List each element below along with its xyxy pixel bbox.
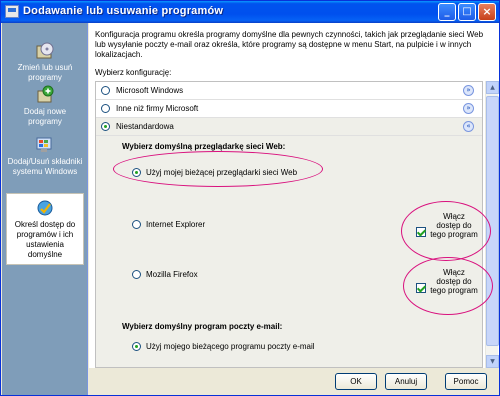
add-program-icon <box>37 85 54 103</box>
browser-radio[interactable] <box>132 220 141 229</box>
enable-access-ie[interactable]: Włącz dostęp do tego program <box>414 210 478 256</box>
help-button[interactable]: Pomoc <box>445 373 487 390</box>
config-label: Niestandardowa <box>116 122 174 131</box>
vertical-scrollbar[interactable]: ▲ ▼ <box>485 81 499 368</box>
enable-access-checkbox[interactable] <box>416 283 426 293</box>
browser-option-label: Mozilla Firefox <box>146 270 198 279</box>
programs-cd-icon <box>36 42 54 59</box>
app-icon <box>5 5 19 18</box>
enable-access-label: Włącz dostęp do tego program <box>430 212 478 239</box>
config-radio[interactable] <box>101 104 110 113</box>
browser-option-label: Użyj mojej bieżącej przeglądarki sieci W… <box>146 168 298 177</box>
scroll-thumb[interactable] <box>486 96 499 346</box>
ok-button[interactable]: OK <box>335 373 377 390</box>
scroll-down-icon[interactable]: ▼ <box>486 355 499 368</box>
sidebar-item-label: Zmień lub usuń programy <box>17 63 73 82</box>
window-title: Dodawanie lub usuwanie programów <box>23 5 224 17</box>
minimize-button[interactable]: _ <box>438 3 456 21</box>
browser-radio[interactable] <box>132 168 141 177</box>
enable-access-checkbox[interactable] <box>416 227 426 237</box>
email-option-label: Użyj mojego bieżącego programu poczty e-… <box>146 342 315 351</box>
title-bar[interactable]: Dodawanie lub usuwanie programów _ □ × <box>1 1 499 23</box>
collapse-chevron-icon[interactable]: « <box>463 121 474 132</box>
config-row-non-microsoft[interactable]: Inne niż firmy Microsoft » <box>96 100 482 118</box>
sidebar-item-program-access[interactable]: Określ dostęp do programów i ich ustawie… <box>6 193 84 265</box>
config-row-custom[interactable]: Niestandardowa « <box>96 118 482 136</box>
sidebar-item-label: Określ dostęp do programów i ich ustawie… <box>14 220 76 259</box>
main-content: Konfiguracja programu określa programy d… <box>89 23 499 368</box>
browser-option-label: Internet Explorer <box>146 220 206 229</box>
enable-access-label: Włącz dostęp do tego program <box>430 268 478 295</box>
footer-bar: OK Anuluj Pomoc <box>89 368 499 395</box>
choose-config-label: Wybierz konfigurację: <box>95 68 172 77</box>
add-remove-programs-window: Dodawanie lub usuwanie programów _ □ × Z… <box>0 0 500 396</box>
sidebar: Zmień lub usuń programy Dodaj nowe progr… <box>2 23 88 395</box>
description-text: Konfiguracja programu określa programy d… <box>95 30 484 59</box>
sidebar-item-add-new[interactable]: Dodaj nowe programy <box>6 85 84 127</box>
sidebar-item-windows-components[interactable]: Dodaj/Usuń składniki systemu Windows <box>6 135 84 177</box>
email-section-title: Wybierz domyślny program poczty e-mail: <box>122 322 283 331</box>
close-button[interactable]: × <box>478 3 496 21</box>
config-radio[interactable] <box>101 86 110 95</box>
windows-components-icon <box>36 137 52 152</box>
config-label: Inne niż firmy Microsoft <box>116 104 199 113</box>
expand-chevron-icon[interactable]: » <box>463 85 474 96</box>
browser-radio[interactable] <box>132 270 141 279</box>
config-label: Microsoft Windows <box>116 86 184 95</box>
cancel-button[interactable]: Anuluj <box>385 373 427 390</box>
email-radio[interactable] <box>132 342 141 351</box>
sidebar-item-label: Dodaj nowe programy <box>23 107 67 126</box>
config-row-microsoft[interactable]: Microsoft Windows » <box>96 82 482 100</box>
custom-config-panel: Wybierz domyślną przeglądarkę sieci Web:… <box>96 136 482 367</box>
program-access-icon <box>37 200 53 216</box>
sidebar-item-label: Dodaj/Usuń składniki systemu Windows <box>7 157 83 176</box>
config-list: Microsoft Windows » Inne niż firmy Micro… <box>95 81 483 368</box>
scroll-up-icon[interactable]: ▲ <box>486 81 499 94</box>
enable-access-firefox[interactable]: Włącz dostęp do tego program <box>414 266 478 312</box>
sidebar-item-change-remove[interactable]: Zmień lub usuń programy <box>6 41 84 83</box>
expand-chevron-icon[interactable]: » <box>463 103 474 114</box>
maximize-button[interactable]: □ <box>458 3 476 21</box>
browser-section-title: Wybierz domyślną przeglądarkę sieci Web: <box>122 142 286 151</box>
config-radio[interactable] <box>101 122 110 131</box>
